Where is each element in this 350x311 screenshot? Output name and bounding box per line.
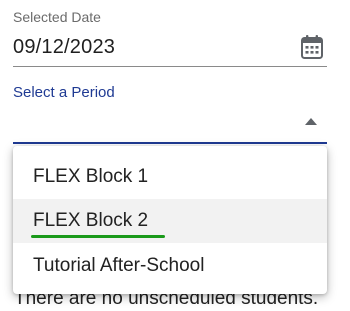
period-dropdown-menu: FLEX Block 1 FLEX Block 2 Tutorial After… bbox=[13, 146, 327, 294]
calendar-icon[interactable] bbox=[300, 34, 324, 60]
period-select-label: Select a Period bbox=[13, 84, 115, 101]
option-flex-block-1[interactable]: FLEX Block 1 bbox=[13, 155, 327, 199]
option-label: Tutorial After-School bbox=[33, 255, 205, 276]
option-tutorial-after-school[interactable]: Tutorial After-School bbox=[13, 244, 327, 288]
date-field-label: Selected Date bbox=[13, 9, 101, 25]
option-label: FLEX Block 2 bbox=[33, 210, 149, 231]
date-input[interactable]: 09/12/2023 bbox=[13, 36, 115, 59]
caret-up-icon[interactable] bbox=[305, 118, 317, 125]
hover-highlight-underline bbox=[31, 235, 165, 238]
option-flex-block-2[interactable]: FLEX Block 2 bbox=[13, 199, 327, 243]
option-label: FLEX Block 1 bbox=[33, 166, 149, 187]
period-select-underline bbox=[13, 142, 327, 144]
period-select[interactable] bbox=[13, 106, 327, 144]
date-field-underline bbox=[13, 66, 327, 67]
